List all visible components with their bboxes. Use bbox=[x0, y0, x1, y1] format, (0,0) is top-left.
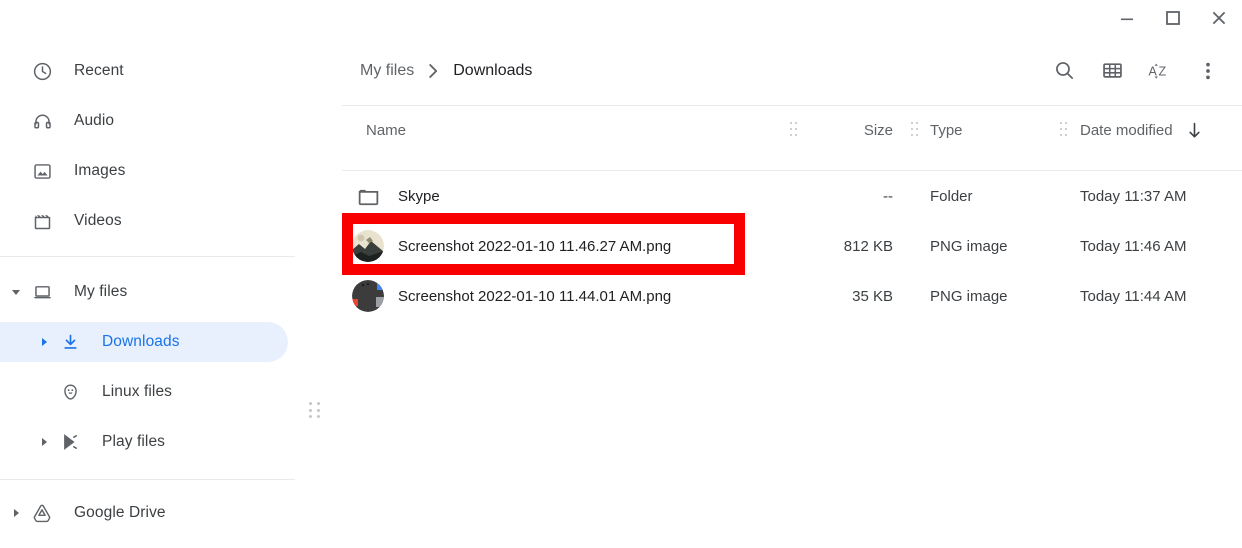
file-list-panel: My files Downloads A Z Name Size Type Da… bbox=[322, 36, 1242, 548]
column-resize-grip-type[interactable] bbox=[1060, 122, 1068, 138]
play-store-icon bbox=[58, 430, 82, 454]
column-header-date-label: Date modified bbox=[1080, 121, 1173, 139]
table-row[interactable]: Skype -- Folder Today 11:37 AM bbox=[322, 171, 1242, 221]
sidebar-divider-top bbox=[0, 256, 295, 257]
sidebar-item-videos[interactable]: Videos bbox=[0, 201, 296, 241]
breadcrumb: My files Downloads bbox=[360, 36, 532, 105]
column-resize-grip-name[interactable] bbox=[790, 122, 798, 138]
headphones-icon bbox=[30, 109, 54, 133]
svg-text:Z: Z bbox=[1159, 64, 1167, 78]
toolbar: My files Downloads A Z bbox=[322, 36, 1242, 105]
chevron-right-icon bbox=[428, 63, 439, 79]
sidebar-label-images: Images bbox=[74, 162, 126, 179]
sidebar-item-play-files[interactable]: Play files bbox=[0, 422, 296, 462]
search-icon bbox=[1055, 62, 1073, 80]
view-toggle-button[interactable] bbox=[1088, 47, 1136, 95]
minimize-button[interactable] bbox=[1104, 0, 1150, 36]
column-header-type[interactable]: Type bbox=[930, 106, 963, 154]
file-name: Screenshot 2022-01-10 11.46.27 AM.png bbox=[398, 237, 672, 255]
sidebar-label-play-files: Play files bbox=[102, 433, 166, 450]
folder-icon bbox=[352, 180, 384, 212]
column-resize-grip-size[interactable] bbox=[911, 122, 919, 138]
file-name: Skype bbox=[398, 187, 440, 205]
close-icon bbox=[1212, 11, 1226, 25]
more-options-button[interactable] bbox=[1184, 47, 1232, 95]
three-dots-vertical-icon bbox=[1206, 62, 1210, 79]
image-icon bbox=[30, 159, 54, 183]
computer-icon bbox=[30, 280, 54, 304]
sort-alphabetical-icon: A Z bbox=[1149, 63, 1167, 79]
sidebar-item-my-files[interactable]: My files bbox=[0, 272, 296, 312]
linux-penguin-icon bbox=[58, 380, 82, 404]
sidebar-label-audio: Audio bbox=[74, 112, 115, 129]
file-date-modified: Today 11:44 AM bbox=[1080, 287, 1187, 305]
sidebar-item-images[interactable]: Images bbox=[0, 151, 296, 191]
sidebar-label-linux-files: Linux files bbox=[102, 383, 173, 400]
sidebar-label-google-drive: Google Drive bbox=[74, 504, 166, 521]
download-icon bbox=[58, 330, 82, 354]
close-button[interactable] bbox=[1196, 0, 1242, 36]
sidebar-item-google-drive[interactable]: Google Drive bbox=[0, 493, 296, 533]
chevron-right-icon[interactable] bbox=[36, 334, 52, 350]
sidebar-divider-bottom bbox=[0, 479, 295, 480]
video-icon bbox=[30, 209, 54, 233]
sidebar-label-videos: Videos bbox=[74, 212, 122, 229]
sidebar-item-recent[interactable]: Recent bbox=[0, 51, 296, 91]
column-headers: Name Size Type Date modified bbox=[322, 106, 1242, 154]
file-rows: Skype -- Folder Today 11:37 AM Screensho… bbox=[322, 171, 1242, 548]
sidebar-item-linux-files[interactable]: Linux files bbox=[0, 372, 296, 412]
column-header-date-modified[interactable]: Date modified bbox=[1080, 106, 1202, 154]
chevron-down-icon[interactable] bbox=[8, 284, 24, 300]
column-header-size[interactable]: Size bbox=[864, 106, 893, 154]
splitter-dot bbox=[309, 402, 312, 405]
maximize-icon bbox=[1166, 11, 1180, 25]
splitter-dot bbox=[316, 415, 320, 419]
grid-view-icon bbox=[1102, 63, 1122, 78]
chevron-right-icon[interactable] bbox=[8, 505, 24, 521]
file-type: PNG image bbox=[930, 287, 1008, 305]
splitter-dot bbox=[309, 415, 312, 419]
table-row[interactable]: Screenshot 2022-01-10 11.46.27 AM.png 81… bbox=[322, 221, 1242, 271]
breadcrumb-downloads[interactable]: Downloads bbox=[453, 62, 532, 80]
file-type: PNG image bbox=[930, 237, 1008, 255]
sidebar-label-downloads: Downloads bbox=[102, 333, 180, 350]
sidebar-item-downloads[interactable]: Downloads bbox=[0, 322, 288, 362]
sidebar-label-my-files: My files bbox=[74, 283, 128, 300]
maximize-button[interactable] bbox=[1150, 0, 1196, 36]
table-row[interactable]: Screenshot 2022-01-10 11.44.01 AM.png 35… bbox=[322, 271, 1242, 321]
sidebar-label-recent: Recent bbox=[74, 62, 124, 79]
file-name: Screenshot 2022-01-10 11.44.01 AM.png bbox=[398, 287, 672, 305]
clock-icon bbox=[30, 59, 54, 83]
splitter-dot bbox=[316, 408, 320, 412]
google-drive-icon bbox=[30, 501, 54, 525]
window-controls bbox=[1104, 0, 1242, 36]
file-size: -- bbox=[883, 187, 893, 205]
file-date-modified: Today 11:46 AM bbox=[1080, 237, 1187, 255]
file-type: Folder bbox=[930, 187, 973, 205]
sidebar-item-audio[interactable]: Audio bbox=[0, 101, 296, 141]
splitter-dot bbox=[316, 402, 320, 405]
chevron-right-icon[interactable] bbox=[36, 434, 52, 450]
sort-button[interactable]: A Z bbox=[1136, 47, 1184, 95]
sidebar-splitter-handle[interactable] bbox=[309, 402, 321, 419]
splitter-dot bbox=[309, 408, 312, 412]
file-thumbnail bbox=[352, 230, 384, 262]
sidebar: Recent Audio Images Videos My files Down… bbox=[0, 36, 296, 548]
image-thumbnail-light bbox=[352, 230, 384, 262]
search-button[interactable] bbox=[1040, 47, 1088, 95]
minimize-icon bbox=[1121, 18, 1133, 21]
file-date-modified: Today 11:37 AM bbox=[1080, 187, 1187, 205]
toolbar-actions: A Z bbox=[1040, 36, 1232, 105]
breadcrumb-my-files[interactable]: My files bbox=[360, 62, 414, 80]
file-size: 812 KB bbox=[843, 237, 893, 255]
image-thumbnail-dark bbox=[352, 280, 384, 312]
file-thumbnail bbox=[352, 280, 384, 312]
sort-descending-arrow-icon bbox=[1187, 122, 1202, 139]
column-header-name[interactable]: Name bbox=[366, 106, 406, 154]
svg-text:A: A bbox=[1149, 64, 1158, 78]
file-size: 35 KB bbox=[852, 287, 893, 305]
